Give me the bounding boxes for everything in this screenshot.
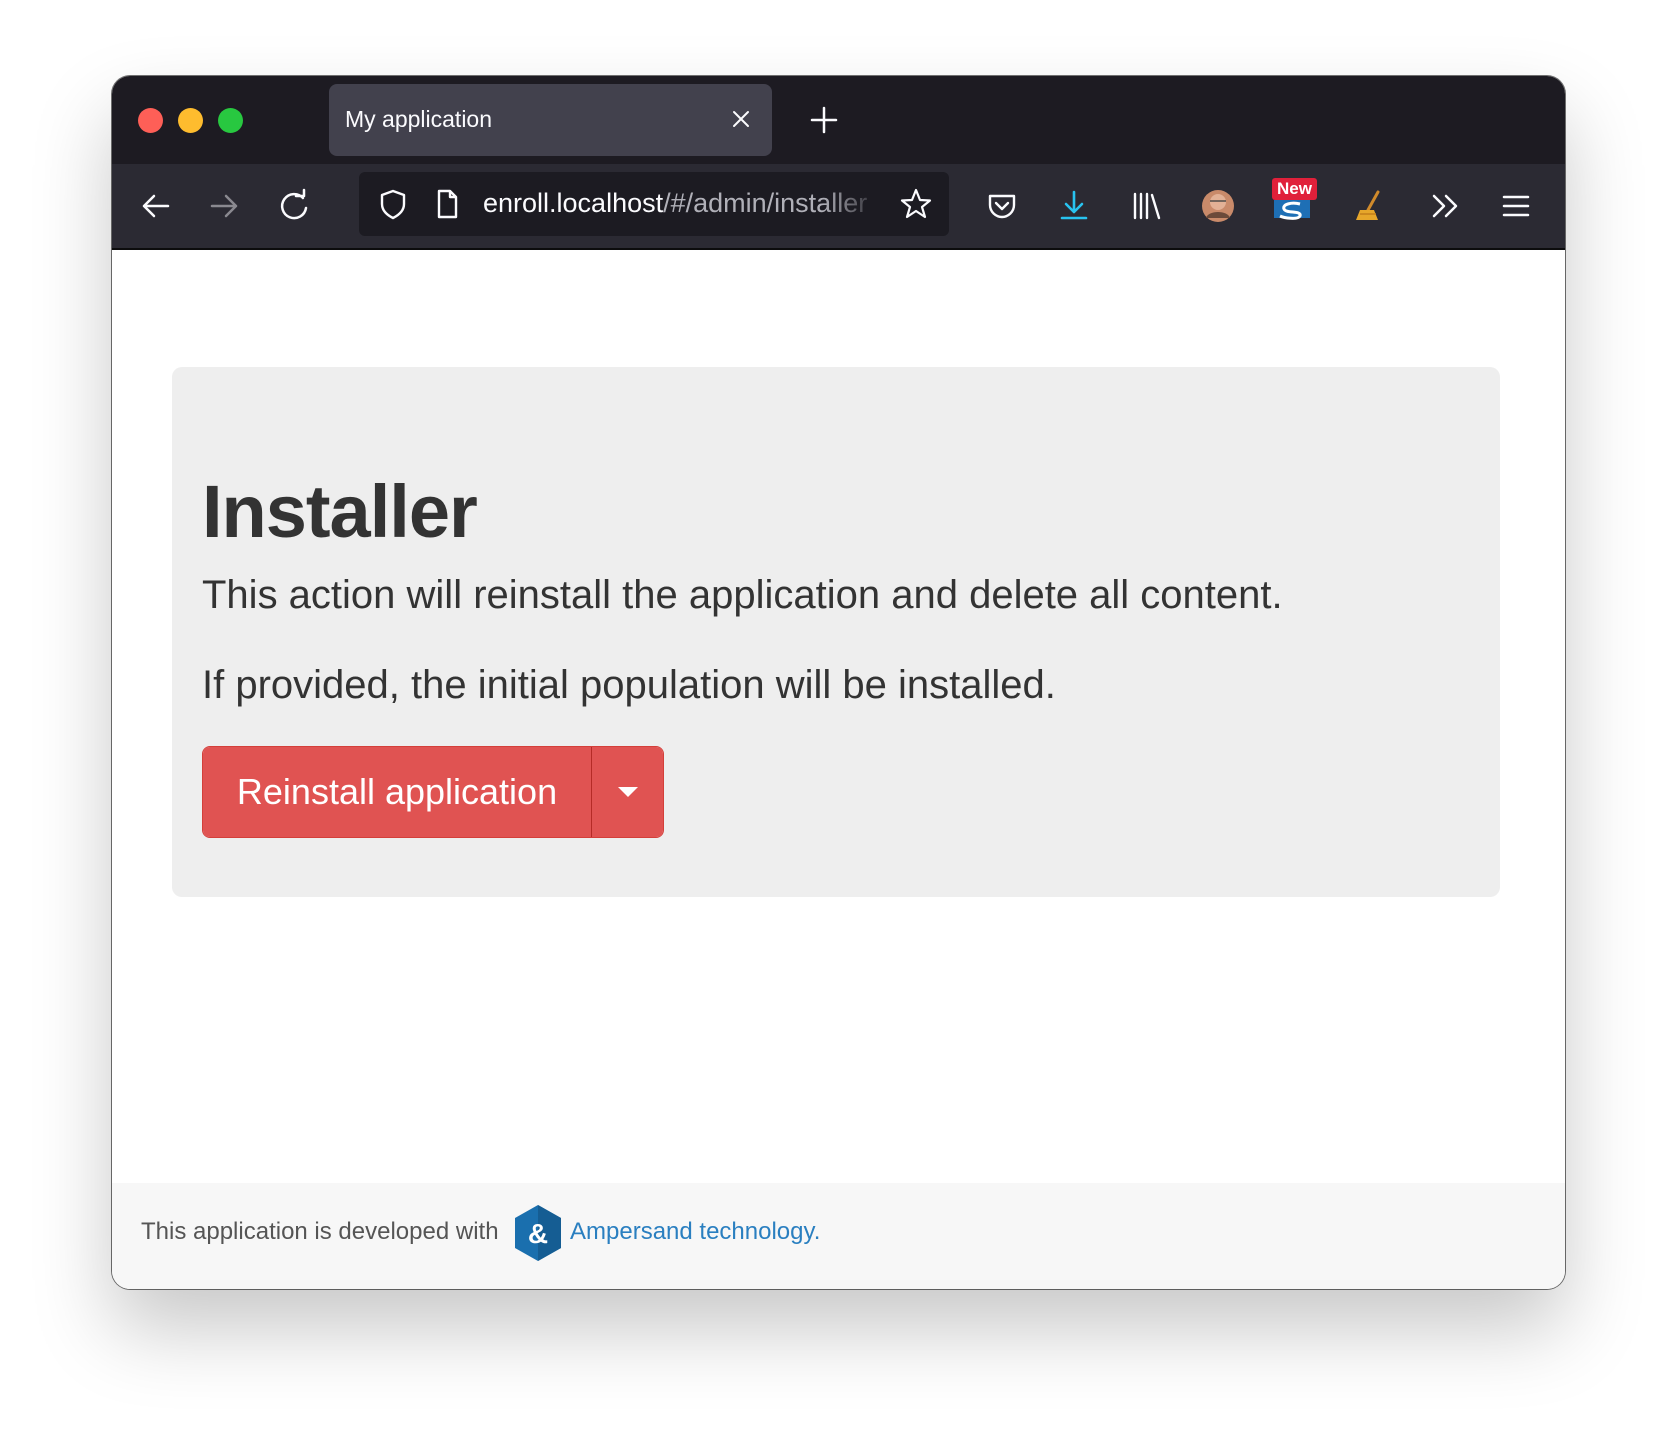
ampersand-technology-link[interactable]: Ampersand technology. <box>570 1218 820 1246</box>
shield-icon[interactable] <box>371 182 415 226</box>
footer-text: This application is developed with <box>141 1218 499 1245</box>
zoom-window-button[interactable] <box>218 108 243 133</box>
reinstall-application-button[interactable]: Reinstall application <box>203 747 591 837</box>
bookmark-star-icon[interactable] <box>894 182 938 226</box>
url-host: enroll.localhost <box>483 188 664 218</box>
hamburger-menu-icon[interactable] <box>1494 184 1538 228</box>
page-icon[interactable] <box>425 182 469 226</box>
reinstall-button-group: Reinstall application <box>202 746 664 838</box>
new-tab-icon[interactable] <box>802 98 846 142</box>
caret-down-icon <box>618 787 638 797</box>
footer-period: . <box>813 1218 821 1245</box>
footer: This application is developed with & Amp… <box>112 1183 1565 1289</box>
minimize-window-button[interactable] <box>178 108 203 133</box>
installer-panel: Installer This action will reinstall the… <box>172 367 1500 897</box>
info-text: If provided, the initial population will… <box>202 663 1056 707</box>
close-window-button[interactable] <box>138 108 163 133</box>
forward-icon[interactable] <box>202 184 246 228</box>
url-path: /#/admin/installer <box>663 188 868 218</box>
navigation-toolbar: enroll.localhost/#/admin/installer New <box>112 164 1565 250</box>
extension-broom-icon[interactable] <box>1348 184 1392 228</box>
overflow-chevrons-icon[interactable] <box>1424 184 1468 228</box>
tab-title: My application <box>345 106 493 132</box>
logo-glyph: & <box>528 1218 548 1249</box>
warning-text: This action will reinstall the applicati… <box>202 573 1283 617</box>
url-text[interactable]: enroll.localhost/#/admin/installer <box>483 188 883 222</box>
close-icon[interactable] <box>730 108 752 130</box>
profile-avatar-icon[interactable] <box>1196 184 1240 228</box>
url-bar[interactable]: enroll.localhost/#/admin/installer <box>359 172 949 236</box>
back-icon[interactable] <box>134 184 178 228</box>
reinstall-options-dropdown-button[interactable] <box>591 747 663 837</box>
download-icon[interactable] <box>1052 184 1096 228</box>
tab-bar: My application <box>112 76 1565 164</box>
pocket-icon[interactable] <box>980 184 1024 228</box>
reload-icon[interactable] <box>272 184 316 228</box>
library-icon[interactable] <box>1124 184 1168 228</box>
ampersand-logo-icon: & <box>515 1205 561 1261</box>
new-badge: New <box>1272 178 1317 200</box>
page-content: Installer This action will reinstall the… <box>112 250 1565 1189</box>
tab-my-application[interactable]: My application <box>329 84 772 156</box>
browser-window: My application enroll.localhost/#/admin/… <box>112 76 1565 1289</box>
page-title: Installer <box>202 470 478 553</box>
footer-link-text: Ampersand technology <box>570 1218 814 1245</box>
